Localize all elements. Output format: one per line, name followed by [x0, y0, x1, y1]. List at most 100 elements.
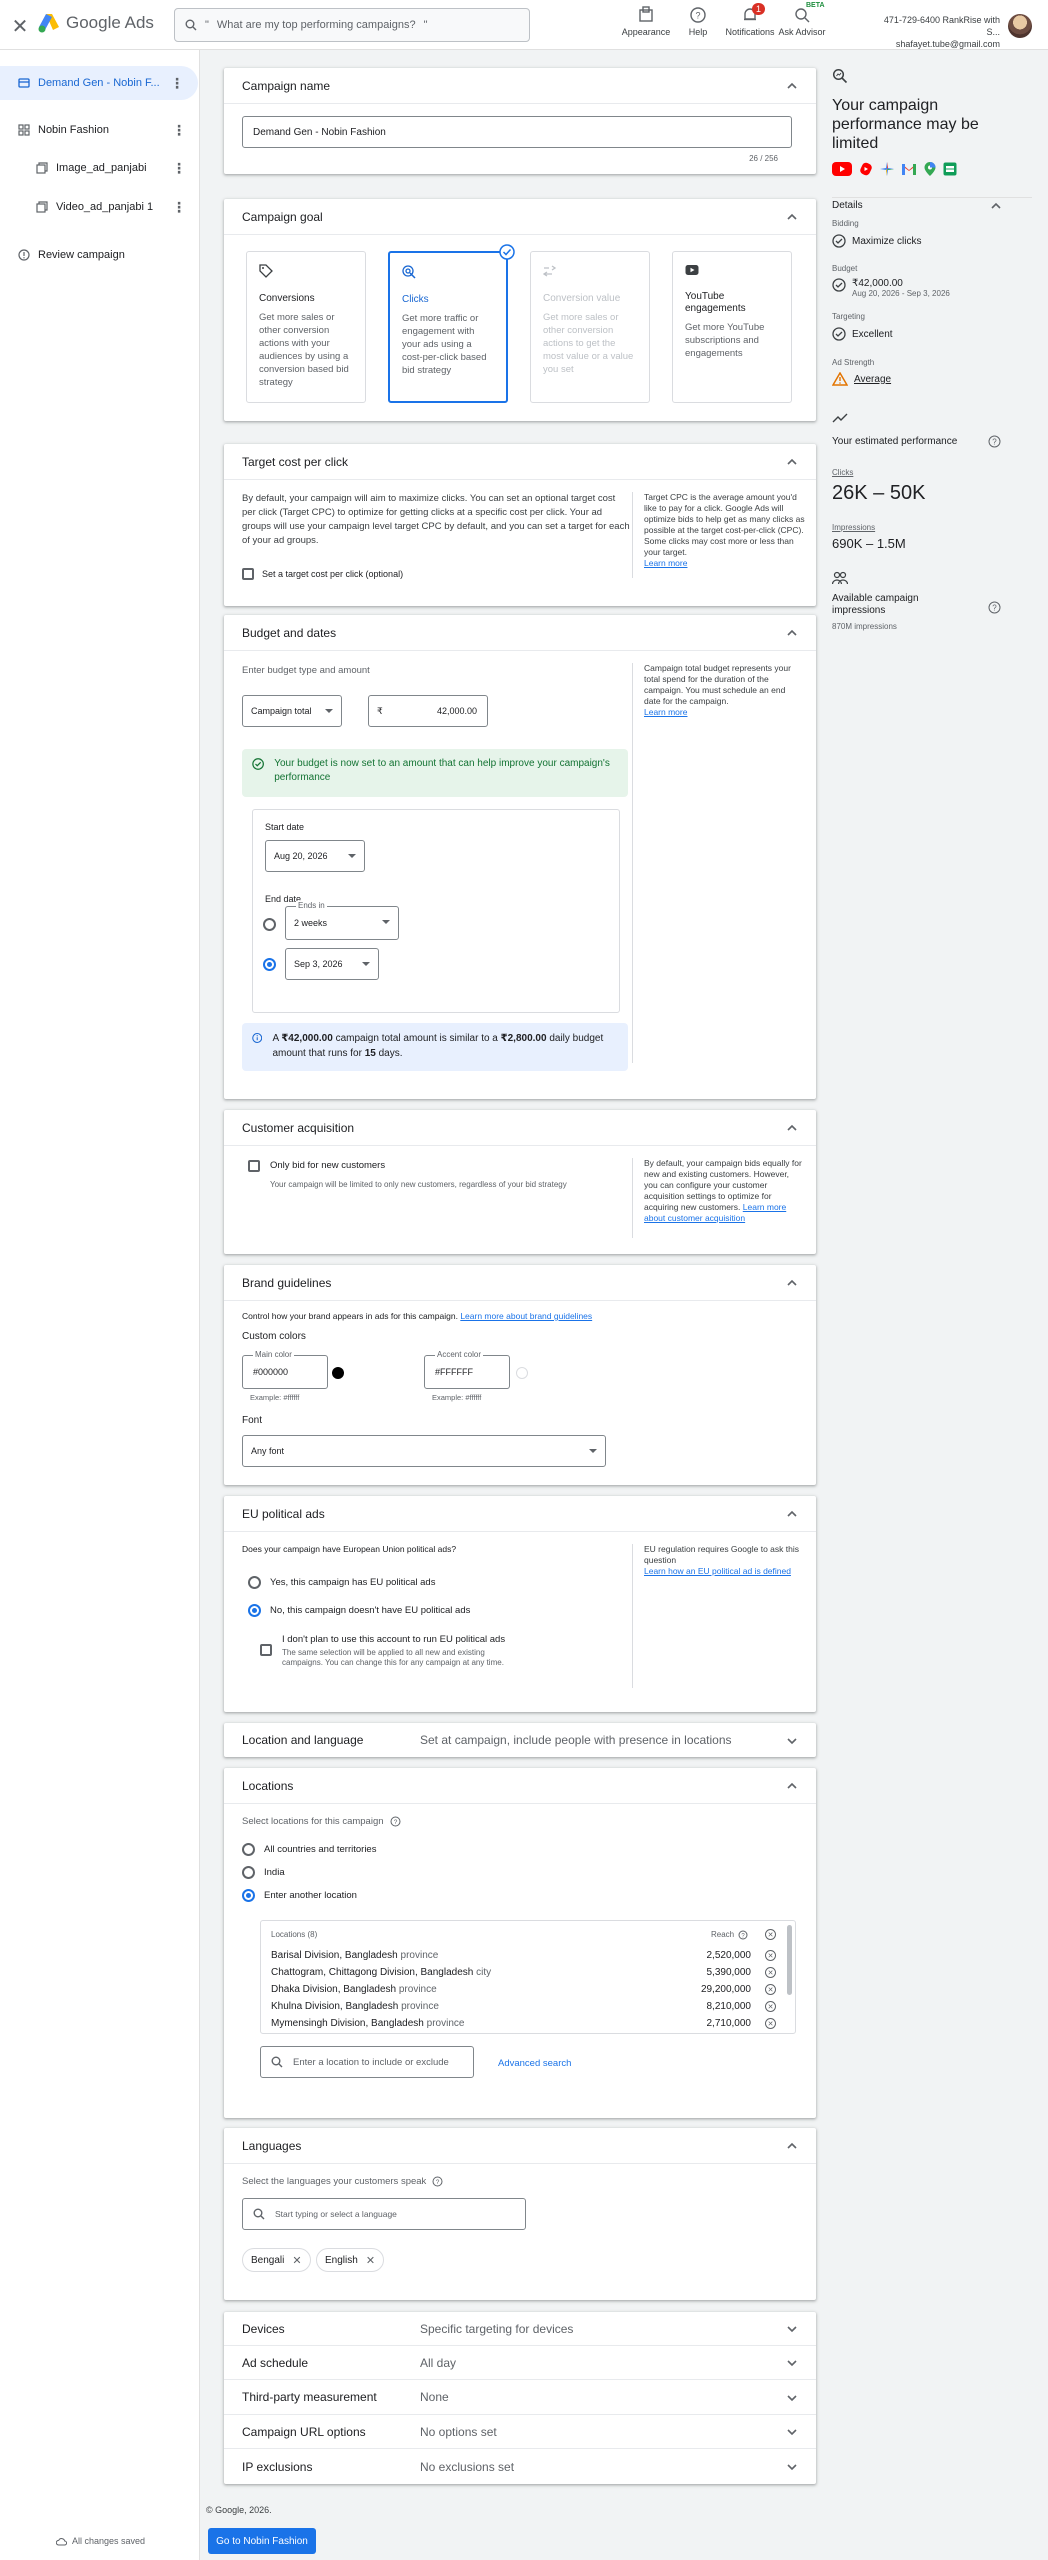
- more-vert-icon[interactable]: ⋮: [172, 160, 186, 177]
- other-location-radio[interactable]: [242, 1889, 255, 1902]
- settings-row[interactable]: Ad schedule All day: [224, 2346, 816, 2381]
- chevron-down-icon[interactable]: [786, 1735, 798, 1747]
- goal-tile-conversions[interactable]: Conversions Get more sales or other conv…: [246, 251, 366, 403]
- chevron-down-icon[interactable]: [786, 2426, 798, 2438]
- learn-more-link[interactable]: Learn more: [644, 558, 687, 568]
- chevron-up-icon[interactable]: [786, 211, 798, 223]
- language-chip[interactable]: English ✕: [316, 2248, 385, 2272]
- remove-location-icon[interactable]: ✕: [765, 1950, 776, 1961]
- location-search-input[interactable]: Enter a location to include or exclude: [260, 2046, 474, 2078]
- goal-tile-youtube[interactable]: YouTube engagements Get more YouTube sub…: [672, 251, 792, 403]
- nav-item-ad-video[interactable]: Video_ad_panjabi 1 ⋮: [0, 190, 200, 224]
- end-date-radio[interactable]: [263, 958, 276, 971]
- main-color-swatch[interactable]: [332, 1367, 344, 1379]
- close-icon[interactable]: ✕: [10, 14, 30, 39]
- more-vert-icon[interactable]: ⋮: [170, 75, 184, 92]
- remove-location-icon[interactable]: ✕: [765, 2018, 776, 2029]
- new-customers-checkbox[interactable]: [248, 1160, 260, 1172]
- target-cpc-checkbox-row[interactable]: Set a target cost per click (optional): [242, 568, 403, 580]
- chevron-down-icon[interactable]: [786, 2323, 798, 2335]
- remove-location-icon[interactable]: ✕: [765, 1967, 776, 1978]
- chevron-down-icon[interactable]: [786, 2357, 798, 2369]
- nav-item-campaign[interactable]: Demand Gen - Nobin F... ⋮: [0, 66, 198, 100]
- remove-icon[interactable]: ✕: [366, 2254, 375, 2267]
- accent-color-input[interactable]: Accent color #FFFFFF: [424, 1350, 510, 1389]
- chevron-up-icon[interactable]: [786, 2140, 798, 2152]
- search-bar[interactable]: " What are my top performing campaigns? ": [174, 8, 530, 42]
- brand-learn-more-link[interactable]: Learn more about brand guidelines: [460, 1311, 592, 1321]
- settings-row[interactable]: Devices Specific targeting for devices: [224, 2312, 816, 2346]
- nav-item-ad-group[interactable]: Nobin Fashion ⋮: [0, 113, 200, 147]
- more-vert-icon[interactable]: ⋮: [172, 199, 186, 216]
- customer-acquisition-header[interactable]: Customer acquisition: [224, 1110, 816, 1146]
- help-icon[interactable]: ?: [988, 435, 1001, 448]
- ends-in-radio[interactable]: [263, 918, 276, 931]
- chevron-down-icon[interactable]: [786, 2392, 798, 2404]
- help-label: Help: [688, 27, 708, 37]
- locations-header[interactable]: Locations: [224, 1768, 816, 1804]
- chevron-up-icon[interactable]: [786, 1780, 798, 1792]
- go-to-ad-group-button[interactable]: Go to Nobin Fashion: [208, 2528, 316, 2554]
- advanced-search-link[interactable]: Advanced search: [498, 2058, 571, 2069]
- help-icon[interactable]: ?: [390, 1816, 401, 1827]
- notifications-button[interactable]: 1 Notifications: [724, 3, 776, 37]
- chevron-up-icon[interactable]: [786, 456, 798, 468]
- chevron-up-icon[interactable]: [786, 1277, 798, 1289]
- help-icon[interactable]: ?: [988, 601, 1001, 614]
- budget-header[interactable]: Budget and dates: [224, 615, 816, 651]
- language-chip[interactable]: Bengali ✕: [242, 2248, 311, 2272]
- settings-row[interactable]: Campaign URL options No options set: [224, 2415, 816, 2450]
- main-color-input[interactable]: Main color #000000: [242, 1350, 328, 1389]
- ask-advisor-button[interactable]: BETA Ask Advisor: [776, 2, 828, 37]
- eu-yes-radio[interactable]: [248, 1576, 261, 1589]
- chevron-up-icon[interactable]: [786, 1122, 798, 1134]
- accent-color-swatch[interactable]: [516, 1367, 528, 1379]
- account-switcher[interactable]: 471-729-6400 RankRise with S... shafayet…: [872, 14, 1000, 50]
- more-vert-icon[interactable]: ⋮: [172, 122, 186, 139]
- google-ads-logo[interactable]: Google Ads: [38, 13, 154, 33]
- settings-row[interactable]: IP exclusions No exclusions set: [224, 2450, 816, 2484]
- language-search-input[interactable]: Start typing or select a language: [242, 2198, 526, 2230]
- shorts-icon: [860, 162, 872, 176]
- budget-amount-input[interactable]: ₹ 42,000.00: [368, 695, 488, 727]
- languages-header[interactable]: Languages: [224, 2128, 816, 2164]
- ends-in-dropdown[interactable]: Ends in 2 weeks: [285, 901, 399, 940]
- india-radio[interactable]: [242, 1866, 255, 1879]
- font-dropdown[interactable]: Any font: [242, 1435, 606, 1467]
- start-date-dropdown[interactable]: Aug 20, 2026: [265, 840, 365, 872]
- campaign-goal-header[interactable]: Campaign goal: [224, 199, 816, 235]
- eu-learn-link[interactable]: Learn how an EU political ad is defined: [644, 1566, 791, 1576]
- ad-strength-value[interactable]: Average: [854, 374, 891, 385]
- chevron-up-icon[interactable]: [786, 627, 798, 639]
- end-date-dropdown[interactable]: Sep 3, 2026: [285, 948, 379, 980]
- help-icon[interactable]: ?: [432, 2176, 443, 2187]
- chevron-up-icon[interactable]: [990, 200, 1002, 212]
- budget-type-dropdown[interactable]: Campaign total: [242, 695, 342, 727]
- help-icon[interactable]: ?: [738, 1930, 748, 1940]
- remove-icon[interactable]: ✕: [292, 2254, 301, 2267]
- target-cpc-header[interactable]: Target cost per click: [224, 444, 816, 480]
- goal-tile-clicks[interactable]: Clicks Get more traffic or engagement wi…: [388, 244, 515, 403]
- eu-political-header[interactable]: EU political ads: [224, 1496, 816, 1532]
- campaign-name-header[interactable]: Campaign name: [224, 68, 816, 104]
- help-button[interactable]: ? Help: [672, 6, 724, 37]
- remove-location-icon[interactable]: ✕: [765, 1984, 776, 1995]
- eu-no-radio[interactable]: [248, 1604, 261, 1617]
- brand-guidelines-header[interactable]: Brand guidelines: [224, 1265, 816, 1301]
- appearance-button[interactable]: Appearance: [620, 6, 672, 37]
- settings-row[interactable]: Third-party measurement None: [224, 2381, 816, 2415]
- nav-item-review[interactable]: Review campaign: [0, 238, 200, 272]
- chevron-up-icon[interactable]: [786, 1508, 798, 1520]
- eu-no-plan-checkbox[interactable]: [260, 1644, 272, 1656]
- chevron-down-icon[interactable]: [786, 2461, 798, 2473]
- remove-all-icon[interactable]: ✕: [765, 1929, 776, 1940]
- target-cpc-checkbox[interactable]: [242, 568, 254, 580]
- learn-more-link[interactable]: Learn more: [644, 707, 687, 717]
- chevron-up-icon[interactable]: [786, 80, 798, 92]
- campaign-name-input[interactable]: Demand Gen - Nobin Fashion: [242, 116, 792, 148]
- all-countries-radio[interactable]: [242, 1843, 255, 1856]
- location-language-card[interactable]: Location and language Set at campaign, i…: [224, 1723, 816, 1757]
- remove-location-icon[interactable]: ✕: [765, 2001, 776, 2012]
- nav-item-ad-image[interactable]: Image_ad_panjabi ⋮: [0, 151, 200, 185]
- avatar[interactable]: [1008, 14, 1032, 38]
